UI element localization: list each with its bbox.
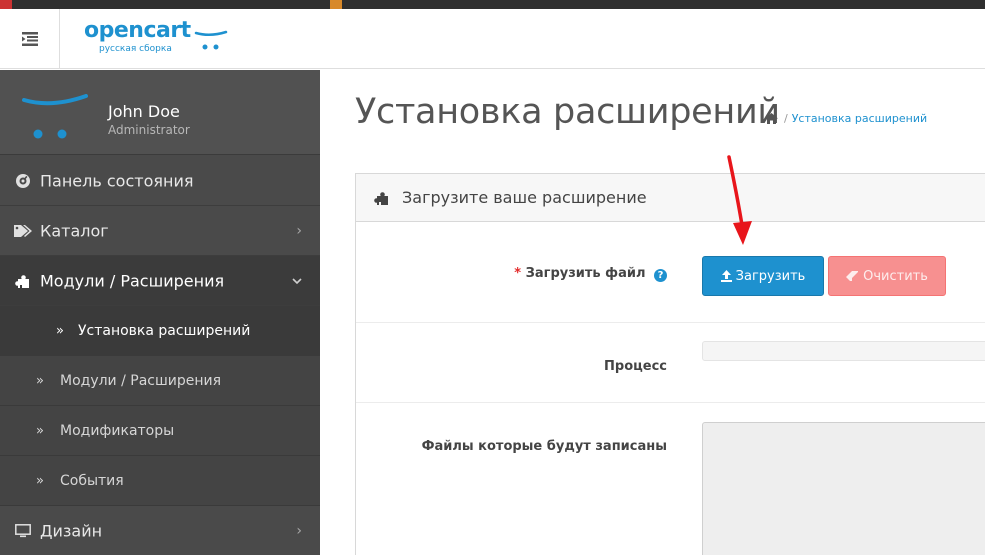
dashboard-icon bbox=[14, 172, 32, 190]
sidebar-item-label: Дизайн bbox=[40, 521, 103, 540]
clear-button[interactable]: Очистить bbox=[828, 256, 946, 296]
files-label: Файлы которые будут записаны bbox=[421, 439, 667, 454]
upload-file-label-text: Загрузить файл bbox=[525, 266, 646, 281]
breadcrumb-separator: / bbox=[784, 112, 788, 125]
main-content: Установка расширений / Установка расшире… bbox=[320, 70, 985, 555]
sidebar-item-label: Каталог bbox=[40, 221, 109, 240]
sidebar-subitem-label: Установка расширений bbox=[78, 322, 251, 339]
sidebar-item-extensions[interactable]: Модули / Расширения bbox=[0, 256, 320, 306]
panel-title: Загрузите ваше расширение bbox=[402, 188, 647, 207]
page: opencart русская сборка John Doe Adminis… bbox=[0, 0, 985, 555]
double-chevron-right-icon: » bbox=[36, 473, 44, 488]
files-textarea[interactable] bbox=[702, 422, 985, 555]
top-header: opencart русская сборка bbox=[0, 9, 985, 69]
double-chevron-right-icon: » bbox=[56, 323, 64, 338]
tab-accent bbox=[0, 0, 12, 9]
double-chevron-right-icon: » bbox=[36, 373, 44, 388]
sidebar-item-label: Модули / Расширения bbox=[40, 271, 225, 290]
breadcrumb-link-install-extensions[interactable]: Установка расширений bbox=[792, 112, 927, 125]
sidebar-item-catalog[interactable]: Каталог › bbox=[0, 206, 320, 256]
menu-toggle-button[interactable] bbox=[0, 9, 60, 69]
progress-row: Процесс bbox=[356, 323, 985, 403]
sidebar-subitem-modifications[interactable]: » Модификаторы bbox=[0, 406, 320, 456]
required-marker: * bbox=[514, 266, 522, 281]
upload-panel: Загрузите ваше расширение * Загрузить фа… bbox=[355, 173, 985, 555]
page-title: Установка расширений bbox=[355, 92, 780, 132]
chevron-right-icon: › bbox=[296, 522, 302, 539]
upload-file-row: * Загрузить файл ? Загрузить Очистить bbox=[356, 223, 985, 323]
eraser-icon bbox=[846, 271, 859, 281]
chevron-right-icon: › bbox=[296, 222, 302, 239]
user-role: Administrator bbox=[108, 123, 190, 137]
puzzle-icon bbox=[374, 190, 390, 210]
files-row: Файлы которые будут записаны bbox=[356, 403, 985, 555]
user-profile[interactable]: John Doe Administrator bbox=[0, 70, 320, 155]
panel-heading: Загрузите ваше расширение bbox=[356, 174, 985, 222]
user-name: John Doe bbox=[108, 102, 180, 121]
puzzle-icon bbox=[14, 272, 32, 290]
sidebar-subitem-install-extensions[interactable]: » Установка расширений bbox=[0, 306, 320, 356]
logo-subtitle: русская сборка bbox=[99, 44, 172, 54]
sidebar-subitem-label: Модули / Расширения bbox=[60, 372, 222, 389]
sidebar-item-label: Панель состояния bbox=[40, 171, 194, 190]
chevron-down-icon bbox=[292, 273, 302, 289]
browser-chrome-strip bbox=[0, 0, 985, 9]
tag-icon bbox=[14, 222, 32, 240]
upload-button-label: Загрузить bbox=[735, 268, 806, 284]
sidebar-item-dashboard[interactable]: Панель состояния bbox=[0, 156, 320, 206]
sidebar-item-design[interactable]: Дизайн › bbox=[0, 506, 320, 555]
upload-button[interactable]: Загрузить bbox=[702, 256, 824, 296]
monitor-icon bbox=[14, 522, 32, 540]
sidebar: John Doe Administrator Панель состояния bbox=[0, 70, 320, 555]
double-chevron-right-icon: » bbox=[36, 423, 44, 438]
sidebar-subitem-modules[interactable]: » Модули / Расширения bbox=[0, 356, 320, 406]
logo-text: opencart bbox=[84, 18, 191, 43]
annotation-arrow-icon bbox=[727, 155, 752, 245]
help-icon[interactable]: ? bbox=[654, 269, 667, 282]
opencart-cart-icon bbox=[22, 94, 88, 139]
upload-icon bbox=[720, 270, 732, 282]
progress-label: Процесс bbox=[604, 359, 667, 374]
upload-file-label: * Загрузить файл ? bbox=[514, 266, 667, 282]
tab-accent bbox=[330, 0, 342, 9]
sidebar-subitem-label: События bbox=[60, 472, 124, 489]
clear-button-label: Очистить bbox=[863, 268, 928, 284]
home-icon[interactable] bbox=[765, 113, 778, 124]
sidebar-subitem-label: Модификаторы bbox=[60, 422, 175, 439]
sidebar-subitem-events[interactable]: » События bbox=[0, 456, 320, 506]
menu-toggle-icon bbox=[21, 32, 38, 46]
progress-bar bbox=[702, 341, 985, 361]
cart-logo-icon bbox=[194, 30, 228, 50]
breadcrumb: / Установка расширений bbox=[765, 112, 927, 125]
opencart-logo[interactable]: opencart русская сборка bbox=[84, 18, 244, 58]
